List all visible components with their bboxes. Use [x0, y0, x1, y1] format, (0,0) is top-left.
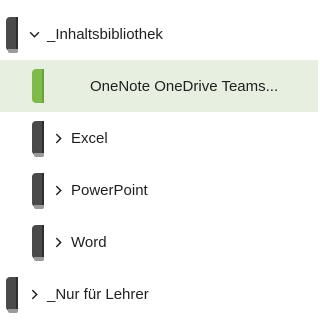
section-group-tab-icon [32, 121, 44, 157]
section-group-label: PowerPoint [71, 181, 148, 199]
section-label: OneNote OneDrive Teams... [90, 77, 279, 95]
section-group-excel[interactable]: Excel [0, 112, 318, 164]
section-group-inhaltsbibliothek[interactable]: _Inhaltsbibliothek [0, 8, 318, 60]
chevron-down-icon[interactable] [27, 27, 41, 41]
section-group-tab-icon [6, 17, 18, 53]
chevron-right-icon[interactable] [51, 131, 65, 145]
section-group-label: Word [71, 233, 107, 251]
section-group-tab-icon [32, 225, 44, 261]
section-navigation-pane: _Inhaltsbibliothek OneNote OneDrive Team… [0, 0, 318, 313]
section-tab-icon [32, 69, 44, 103]
chevron-right-icon[interactable] [27, 287, 41, 301]
section-group-label: _Inhaltsbibliothek [47, 25, 163, 43]
chevron-right-icon[interactable] [51, 183, 65, 197]
section-group-nur-fuer-lehrer[interactable]: _Nur für Lehrer [0, 268, 318, 320]
chevron-right-icon[interactable] [51, 235, 65, 249]
section-group-word[interactable]: Word [0, 216, 318, 268]
section-group-tab-icon [32, 173, 44, 209]
section-group-label: _Nur für Lehrer [47, 285, 149, 303]
section-onenote-onedrive-teams[interactable]: OneNote OneDrive Teams... [0, 60, 318, 112]
section-group-powerpoint[interactable]: PowerPoint [0, 164, 318, 216]
section-group-tab-icon [6, 277, 18, 313]
section-group-label: Excel [71, 129, 108, 147]
